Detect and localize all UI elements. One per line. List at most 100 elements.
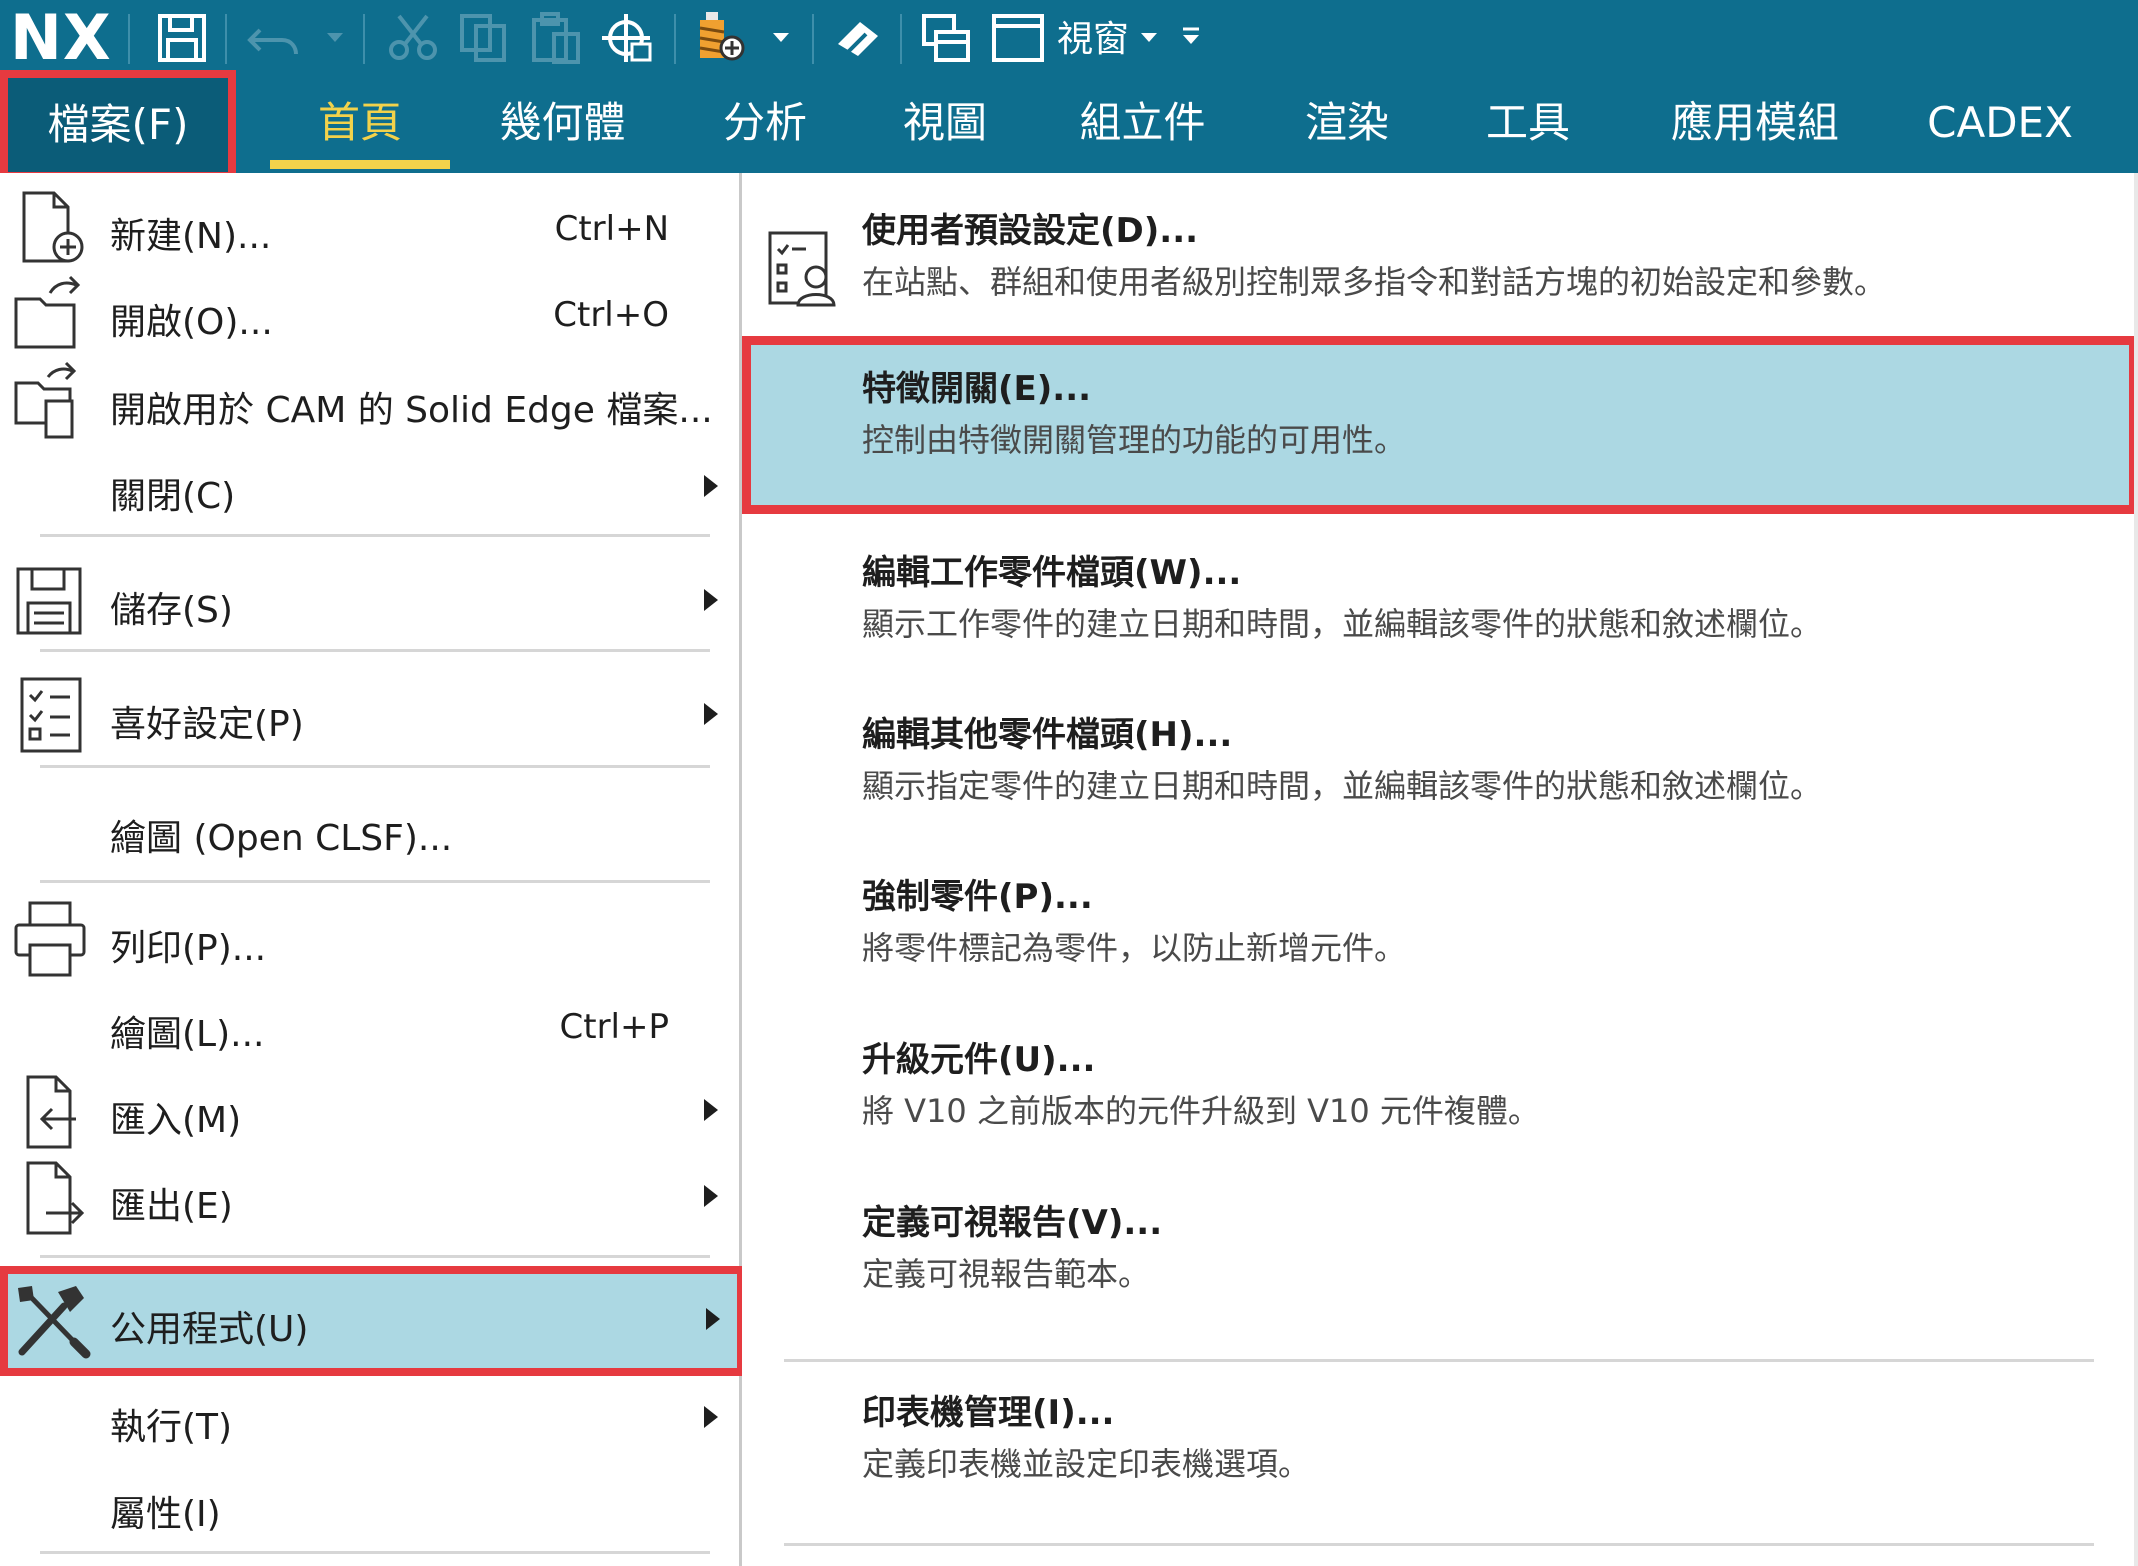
menu-item-label: 繪圖 (Open CLSF)... [110,818,453,859]
menu-item-label: 喜好設定(P) [110,704,304,745]
menu-item-label: 開啟(O)... [110,302,273,343]
menu-item-print[interactable]: 列印(P)... [0,897,739,981]
assembly-tool-icon[interactable] [692,10,748,66]
quick-access-toolbar: NX 視窗 [0,0,2138,75]
file-menu-tab[interactable]: 檔案(F) [0,70,236,180]
paste-icon[interactable] [528,10,584,66]
submenu-item-description: 定義可視報告範本。 [862,1255,1151,1293]
submenu-item-description: 顯示工作零件的建立日期和時間，並編輯該零件的狀態和敘述欄位。 [862,605,1823,643]
toolbar-separator [674,14,676,64]
open-folder-icon [10,273,92,353]
submenu-item-edit-other-part-header[interactable]: 編輯其他零件檔頭(H)... 顯示指定零件的建立日期和時間，並編輯該零件的狀態和… [742,693,2138,843]
save-icon [10,559,92,643]
layout-icon[interactable] [918,10,974,66]
assembly-dropdown-icon[interactable] [770,26,792,48]
menu-item-label: 列印(P)... [110,928,267,969]
toolbar-separator [128,14,130,64]
menu-item-label: 匯入(M) [110,1100,242,1141]
submenu-item-upgrade-components[interactable]: 升級元件(U)... 將 V10 之前版本的元件升級到 V10 元件複體。 [742,1018,2138,1168]
menu-item-properties[interactable]: 屬性(I) [0,1463,739,1547]
menu-item-open-solid-edge-cam[interactable]: 開啟用於 CAM 的 Solid Edge 檔案... [0,359,739,443]
menu-item-label: 匯出(E) [110,1186,233,1227]
toolbar-separator [225,14,227,64]
submenu-item-define-visual-report[interactable]: 定義可視報告(V)... 定義可視報告範本。 [742,1181,2138,1331]
new-file-icon [10,187,92,267]
submenu-arrow-icon [704,1306,722,1332]
tab-analysis[interactable]: 分析 [700,75,830,173]
tab-home[interactable]: 首頁 [270,75,450,173]
tab-cadex[interactable]: CADEX [1910,75,2090,173]
submenu-item-title: 定義可視報告(V)... [862,1203,1163,1243]
menu-item-label: 公用程式(U) [110,1309,309,1350]
submenu-item-description: 顯示指定零件的建立日期和時間，並編輯該零件的狀態和敘述欄位。 [862,767,1823,805]
menu-item-label: 屬性(I) [110,1494,221,1535]
menu-item-plot-open-clsf[interactable]: 繪圖 (Open CLSF)... [0,779,739,879]
submenu-item-feature-toggle[interactable]: 特徵開關(E)... 控制由特徵開關管理的功能的可用性。 [742,336,2138,514]
menu-item-export[interactable]: 匯出(E) [0,1155,739,1239]
tab-render[interactable]: 渲染 [1282,75,1412,173]
menu-separator [40,534,710,537]
menu-item-execute[interactable]: 執行(T) [0,1376,739,1460]
file-menu: 新建(N)... Ctrl+N 開啟(O)... Ctrl+O 開啟用於 CAM… [0,173,745,1566]
submenu-separator [784,1543,2094,1546]
submenu-arrow-icon [702,701,720,727]
submenu-item-edit-work-part-header[interactable]: 編輯工作零件檔頭(W)... 顯示工作零件的建立日期和時間，並編輯該零件的狀態和… [742,531,2138,681]
menu-item-shortcut: Ctrl+P [559,1007,670,1047]
submenu-item-description: 定義印表機並設定印表機選項。 [862,1445,1311,1483]
menu-separator [40,1551,710,1554]
menu-item-save[interactable]: 儲存(S) [0,551,739,651]
menu-item-plot[interactable]: 繪圖(L)... Ctrl+P [0,983,739,1067]
app-logo: NX [10,1,112,74]
menu-item-import[interactable]: 匯入(M) [0,1069,739,1153]
menu-item-shortcut: Ctrl+N [554,209,669,249]
submenu-separator [784,1359,2094,1362]
cut-icon[interactable] [385,10,441,66]
window-icon[interactable] [990,10,1046,66]
tab-applications[interactable]: 應用模組 [1655,75,1855,173]
submenu-arrow-icon [702,473,720,499]
save-icon[interactable] [154,10,210,66]
tab-view[interactable]: 視圖 [880,75,1010,173]
window-dropdown-icon[interactable] [1138,26,1160,48]
submenu-item-title: 強制零件(P)... [862,877,1093,917]
menu-separator [40,1255,710,1258]
utilities-submenu: 使用者預設設定(D)... 在站點、群組和使用者級別控制眾多指令和對話方塊的初始… [742,173,2138,1566]
eraser-icon[interactable] [830,10,886,66]
menu-item-close[interactable]: 關閉(C) [0,445,739,529]
menu-item-label: 關閉(C) [110,476,236,517]
submenu-item-title: 編輯工作零件檔頭(W)... [862,553,1242,593]
menu-item-label: 開啟用於 CAM 的 Solid Edge 檔案... [110,390,713,431]
customize-toolbar-icon[interactable] [1180,26,1202,48]
menu-item-utilities[interactable]: 公用程式(U) [0,1266,745,1376]
tab-assembly[interactable]: 組立件 [1060,75,1225,173]
menu-item-new[interactable]: 新建(N)... Ctrl+N [0,185,739,269]
submenu-item-enforce-part[interactable]: 強制零件(P)... 將零件標記為零件，以防止新增元件。 [742,855,2138,1005]
tab-geometry[interactable]: 幾何體 [480,75,645,173]
submenu-arrow-icon [702,1097,720,1123]
submenu-item-title: 使用者預設設定(D)... [862,211,1199,251]
menu-item-open[interactable]: 開啟(O)... Ctrl+O [0,271,739,355]
submenu-item-title: 編輯其他零件檔頭(H)... [862,715,1233,755]
printer-icon [10,899,92,979]
ribbon-tab-bar: 首頁 幾何體 分析 視圖 組立件 渲染 工具 應用模組 CADEX [0,75,2138,173]
user-defaults-icon [764,229,844,309]
menu-item-label: 新建(N)... [110,216,272,257]
undo-dropdown-icon[interactable] [324,26,346,48]
submenu-item-description: 控制由特徵開關管理的功能的可用性。 [862,421,1407,459]
undo-icon[interactable] [246,10,302,66]
submenu-item-printer-management[interactable]: 印表機管理(I)... 定義印表機並設定印表機選項。 [742,1371,2138,1521]
copy-icon[interactable] [456,10,512,66]
submenu-arrow-icon [702,587,720,613]
menu-item-preferences[interactable]: 喜好設定(P) [0,665,739,765]
submenu-item-user-defaults[interactable]: 使用者預設設定(D)... 在站點、群組和使用者級別控制眾多指令和對話方塊的初始… [742,183,2138,333]
menu-item-label: 繪圖(L)... [110,1014,265,1055]
submenu-item-title: 印表機管理(I)... [862,1393,1115,1433]
submenu-item-description: 將 V10 之前版本的元件升級到 V10 元件複體。 [862,1092,1540,1130]
submenu-item-description: 在站點、群組和使用者級別控制眾多指令和對話方塊的初始設定和參數。 [862,263,1887,301]
menu-separator [40,649,710,652]
preferences-icon [10,673,92,757]
window-menu-label[interactable]: 視窗 [1057,12,1129,68]
tab-tools[interactable]: 工具 [1463,75,1593,173]
export-icon [10,1157,92,1237]
snap-target-icon[interactable] [600,10,656,66]
